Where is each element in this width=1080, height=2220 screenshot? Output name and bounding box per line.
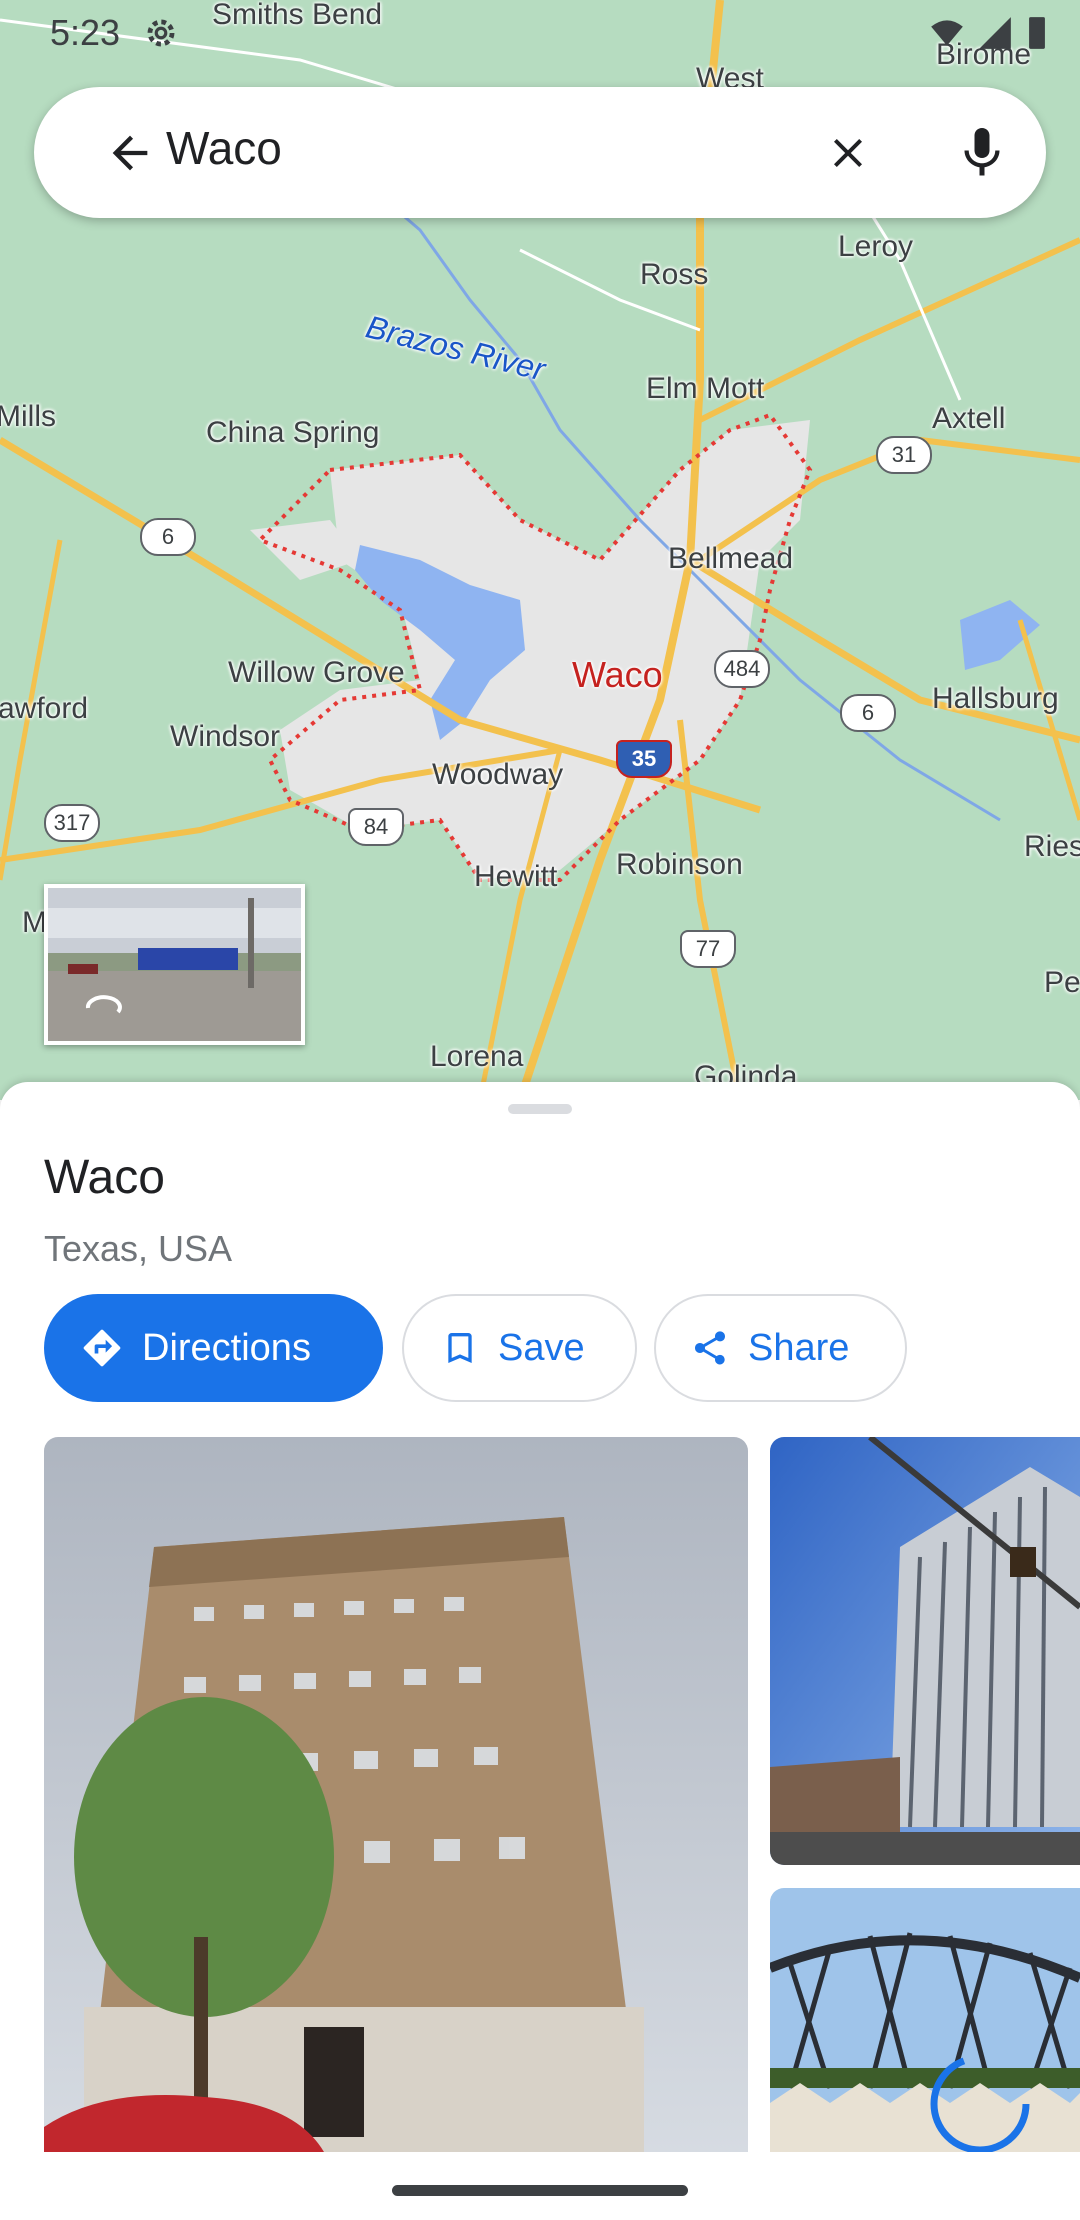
map-label-crawford: awford bbox=[0, 692, 89, 725]
search-bar[interactable]: Waco bbox=[34, 87, 1046, 218]
map-label-bellmead: Bellmead bbox=[668, 542, 794, 575]
back-arrow-icon[interactable] bbox=[104, 127, 156, 179]
map-label-ries: Ries bbox=[1024, 830, 1080, 863]
directions-icon bbox=[83, 1329, 121, 1367]
save-label: Save bbox=[498, 1326, 585, 1369]
gesture-nav-bar[interactable] bbox=[392, 2185, 688, 2196]
photo-bridge[interactable] bbox=[770, 1888, 1080, 2152]
route-shield: 484 bbox=[714, 650, 770, 688]
share-icon bbox=[695, 1331, 725, 1365]
route-shield: 6 bbox=[140, 518, 196, 556]
share-label: Share bbox=[748, 1326, 850, 1369]
place-subtitle: Texas, USA bbox=[44, 1228, 233, 1269]
street-view-thumbnail[interactable] bbox=[44, 884, 305, 1045]
map-label-windsor: Windsor bbox=[170, 720, 281, 753]
map-label-mills: Mills bbox=[0, 400, 56, 433]
map-label-willow-grove: Willow Grove bbox=[228, 656, 405, 689]
drag-handle[interactable] bbox=[508, 1104, 572, 1114]
map-label-china-spring: China Spring bbox=[206, 416, 380, 449]
search-query[interactable]: Waco bbox=[166, 121, 282, 175]
map-label-pe: Pe bbox=[1044, 966, 1080, 999]
map-label-woodway: Woodway bbox=[432, 758, 564, 791]
status-time: 5:23 bbox=[50, 12, 121, 53]
map-label-hewitt: Hewitt bbox=[474, 860, 558, 893]
share-button[interactable]: Share bbox=[654, 1294, 907, 1402]
interstate-shield: 35 bbox=[616, 740, 672, 778]
status-icons bbox=[928, 14, 1050, 52]
map-label-robinson: Robinson bbox=[616, 848, 743, 881]
microphone-icon[interactable] bbox=[952, 123, 1012, 183]
bookmark-icon bbox=[448, 1333, 472, 1363]
route-shield: 31 bbox=[876, 436, 932, 474]
route-shield: 6 bbox=[840, 694, 896, 732]
settings-gear-icon bbox=[147, 19, 175, 47]
us-route-shield: 84 bbox=[348, 808, 404, 846]
map-label-elm-mott: Elm Mott bbox=[646, 372, 765, 405]
battery-icon bbox=[1029, 17, 1045, 49]
map-label-axtell: Axtell bbox=[932, 402, 1006, 435]
route-shield: 317 bbox=[44, 804, 100, 842]
place-title: Waco bbox=[44, 1151, 165, 1204]
save-button[interactable]: Save bbox=[402, 1294, 637, 1402]
status-bar: 5:23 bbox=[0, 0, 1080, 66]
wifi-icon bbox=[931, 20, 963, 46]
directions-label: Directions bbox=[142, 1326, 311, 1369]
cell-signal-icon bbox=[979, 17, 1011, 49]
us-route-shield: 77 bbox=[680, 930, 736, 968]
map-label-waco: Waco bbox=[572, 654, 663, 695]
clear-icon[interactable] bbox=[824, 129, 872, 177]
map-label-leroy: Leroy bbox=[838, 230, 914, 263]
directions-button[interactable]: Directions bbox=[44, 1294, 383, 1402]
photo-office-tower[interactable] bbox=[770, 1437, 1080, 1865]
map-label-lorena: Lorena bbox=[430, 1040, 524, 1073]
map-label-ross: Ross bbox=[640, 258, 709, 291]
photo-building[interactable] bbox=[44, 1437, 748, 2152]
map-label-hallsburg: Hallsburg bbox=[932, 682, 1059, 715]
